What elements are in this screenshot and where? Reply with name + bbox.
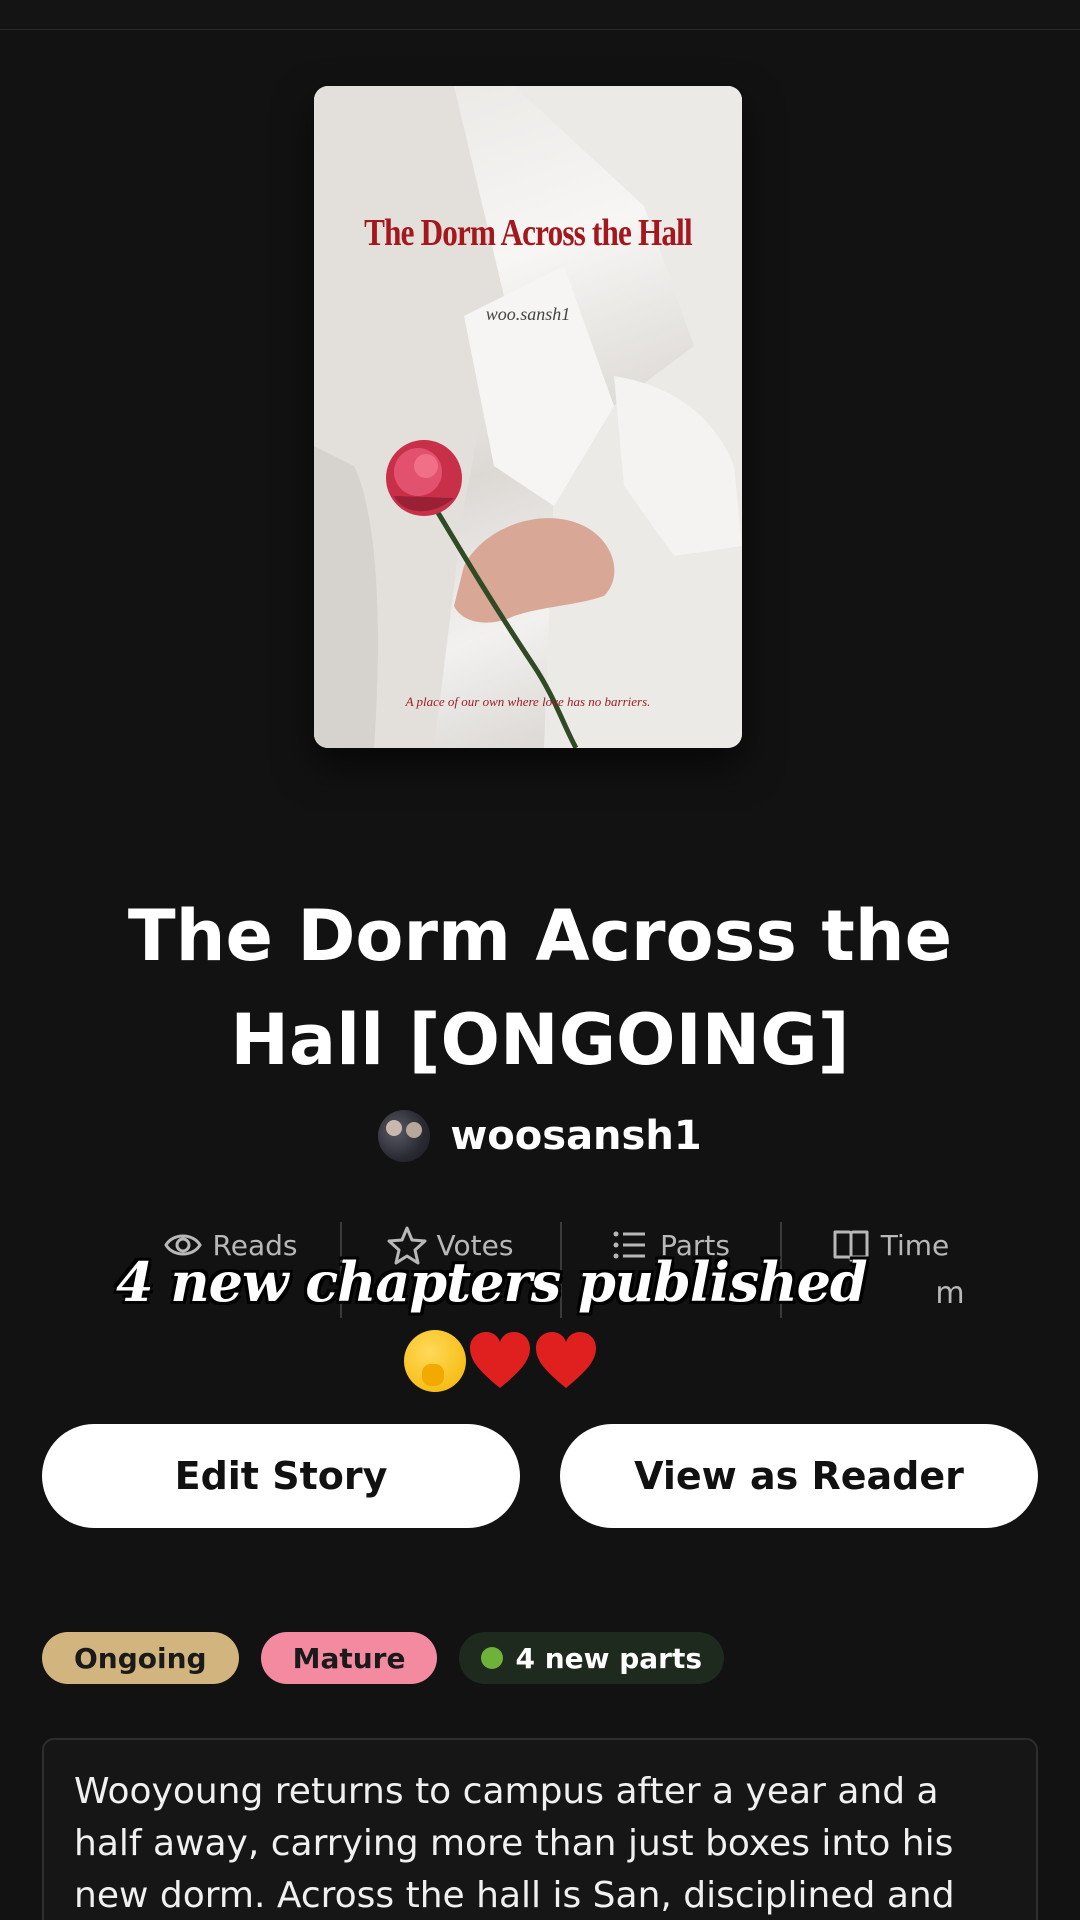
edit-story-button[interactable]: Edit Story: [42, 1424, 520, 1528]
shushing-face-icon: [404, 1330, 466, 1392]
story-tags: Ongoing Mature 4 new parts: [42, 1632, 725, 1684]
cover-title: The Dorm Across the Hall: [364, 212, 692, 254]
cover-artwork: [314, 86, 742, 748]
story-cover-image[interactable]: The Dorm Across the Hall woo.sansh1 A pl…: [314, 86, 742, 748]
mature-badge: Mature: [260, 1632, 438, 1684]
cover-author: woo.sansh1: [485, 304, 571, 324]
author-row[interactable]: woosansh1: [0, 1108, 1080, 1164]
cover-tagline: A place of our own where love has no bar…: [405, 694, 651, 709]
ongoing-badge: Ongoing: [42, 1632, 239, 1684]
view-as-reader-button[interactable]: View as Reader: [560, 1424, 1038, 1528]
top-bar: [0, 0, 1080, 30]
author-name[interactable]: woosansh1: [450, 1113, 701, 1159]
overlay-emoji: [404, 1330, 598, 1400]
new-parts-badge: 4 new parts: [459, 1632, 725, 1684]
green-dot-icon: [481, 1647, 504, 1669]
new-parts-label: 4 new parts: [515, 1641, 703, 1675]
red-heart-icon: [536, 1332, 596, 1388]
author-avatar[interactable]: [378, 1110, 431, 1162]
overlay-caption: 4 new chapters published: [116, 1250, 868, 1314]
story-description-box[interactable]: Wooyoung returns to campus after a year …: [42, 1738, 1038, 1920]
story-title: The Dorm Across the Hall [ONGOING]: [127, 895, 953, 1081]
red-heart-icon: [470, 1332, 530, 1388]
story-description: Wooyoung returns to campus after a year …: [74, 1771, 955, 1916]
